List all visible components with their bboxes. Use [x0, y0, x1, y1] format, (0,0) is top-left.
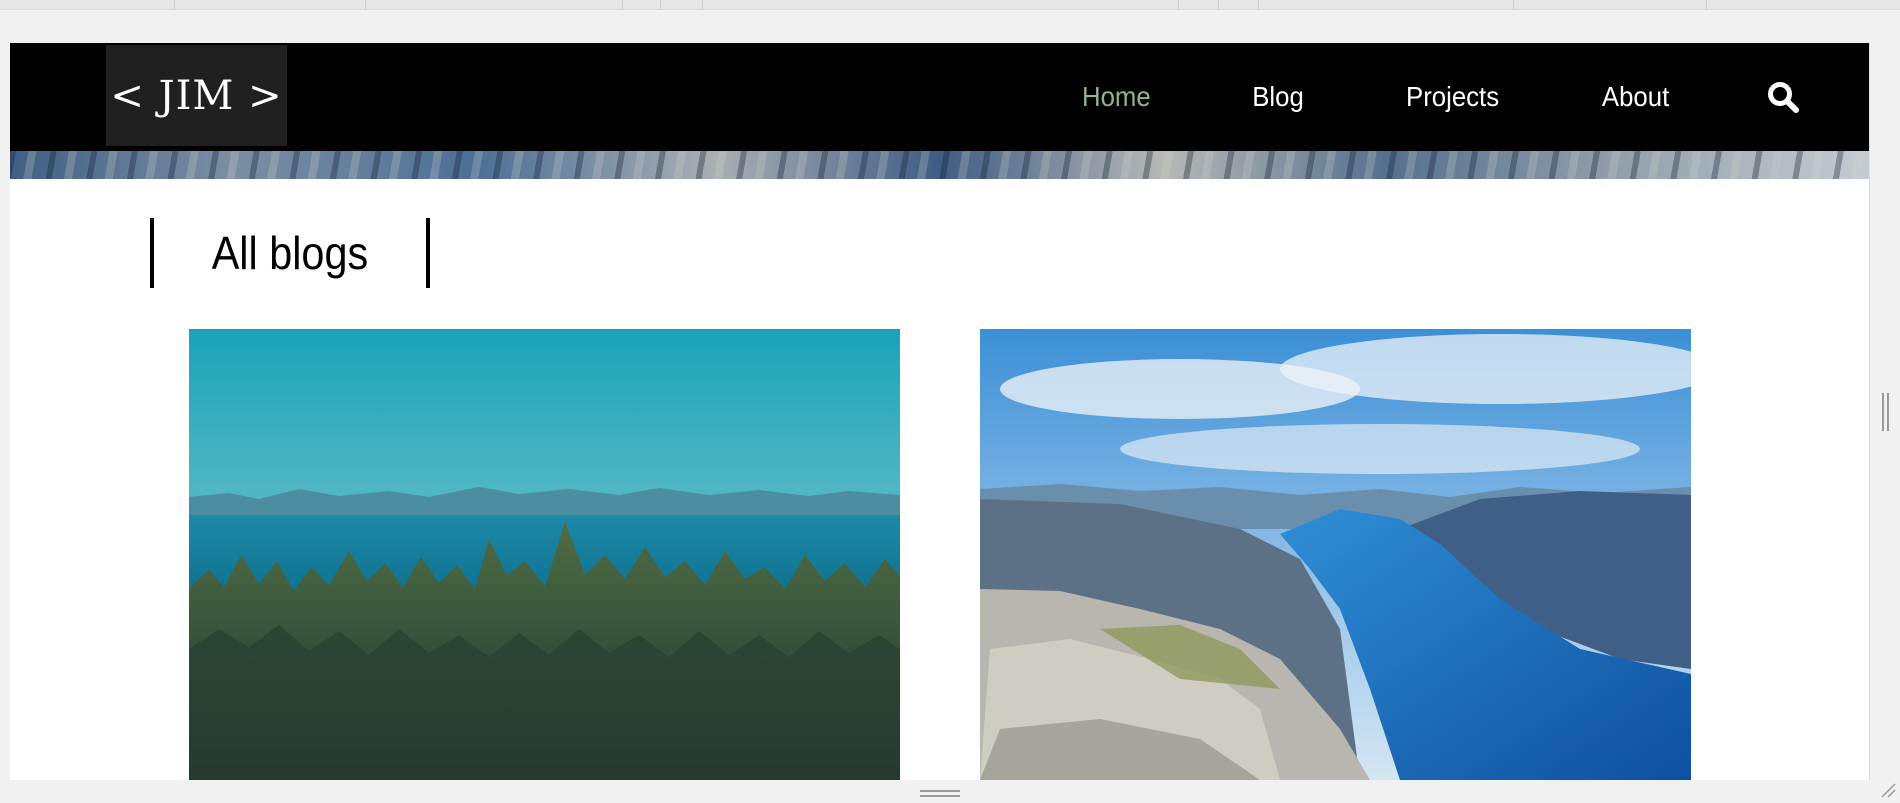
page-viewport: < JIM > Home Blog Projects About All blo… — [10, 43, 1870, 780]
navbar: < JIM > Home Blog Projects About — [10, 43, 1870, 151]
viewport-width-resize-handle[interactable] — [1882, 393, 1890, 431]
ruler-tick — [1178, 0, 1179, 10]
ruler-tick — [1218, 0, 1219, 10]
ruler-tick — [365, 0, 366, 10]
blog-card-image-fjord[interactable] — [980, 329, 1691, 780]
site-logo[interactable]: < JIM > — [106, 45, 287, 146]
hero-banner-strip — [10, 151, 1870, 179]
ruler-tick — [1513, 0, 1514, 10]
section-title-text: All blogs — [212, 226, 368, 280]
blog-card-image-forest[interactable] — [189, 329, 900, 780]
ruler-tick — [702, 0, 703, 10]
corner-resize-handle[interactable] — [1878, 780, 1896, 798]
nav-item-projects[interactable]: Projects — [1406, 81, 1499, 113]
nav-item-blog[interactable]: Blog — [1252, 81, 1304, 113]
search-icon[interactable] — [1766, 80, 1800, 114]
section-title: All blogs — [150, 218, 430, 288]
ruler-tick — [1258, 0, 1259, 10]
viewport-height-resize-handle[interactable] — [920, 790, 960, 798]
ruler-tick — [1706, 0, 1707, 10]
ruler-tick — [622, 0, 623, 10]
ruler-tick — [174, 0, 175, 10]
devtools-ruler — [0, 0, 1900, 10]
nav-item-home[interactable]: Home — [1082, 81, 1151, 113]
nav-item-about[interactable]: About — [1602, 81, 1669, 113]
nav-links: Home Blog Projects About — [983, 43, 1870, 151]
ruler-tick — [660, 0, 661, 10]
